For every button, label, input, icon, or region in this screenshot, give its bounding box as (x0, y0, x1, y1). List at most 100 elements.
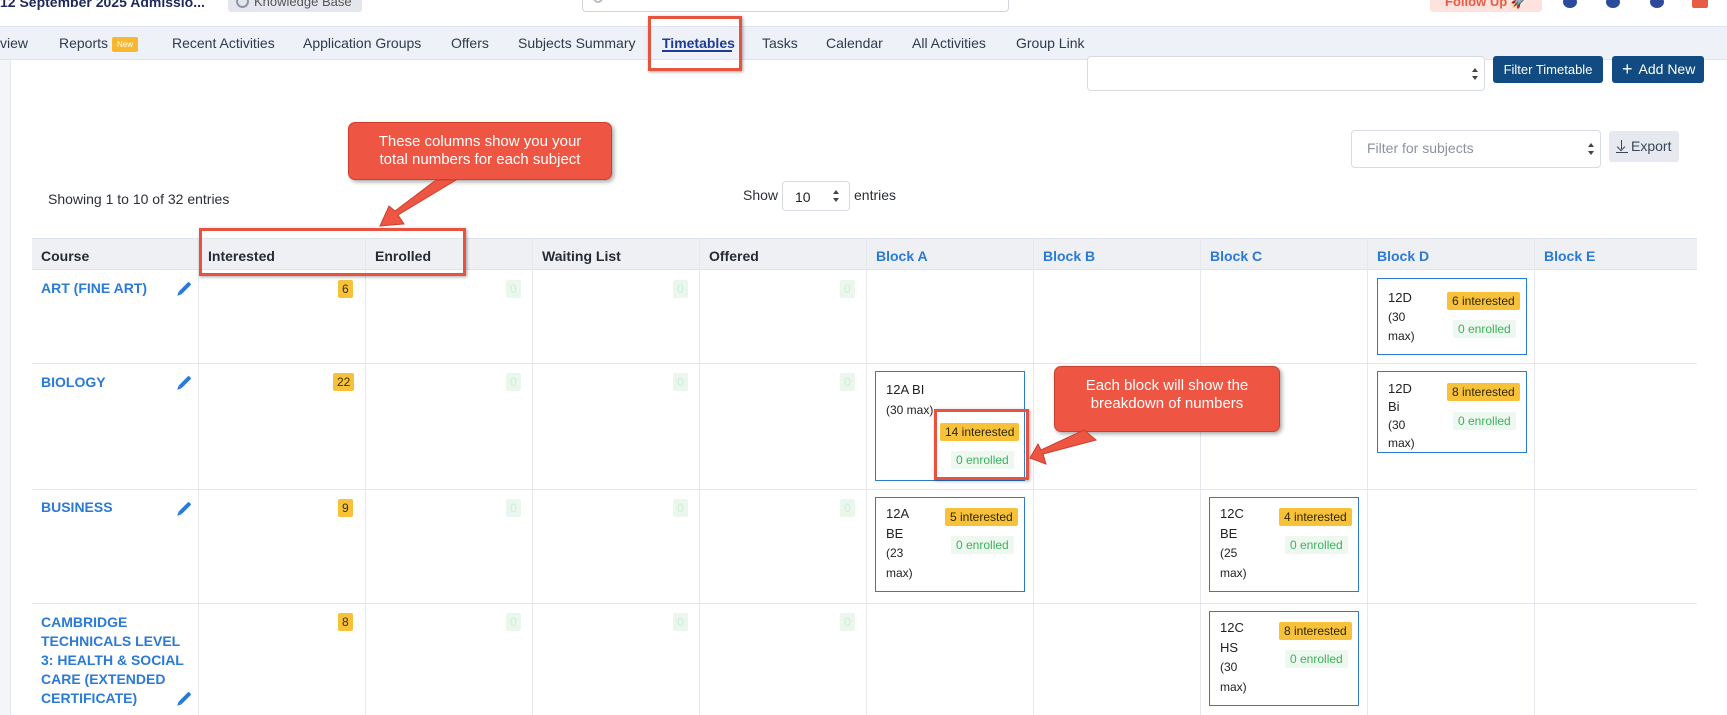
column-divider (866, 238, 867, 715)
filter-subjects-placeholder: Filter for subjects (1367, 140, 1474, 156)
block-capacity: max) (886, 566, 913, 580)
admission-title[interactable]: 12 September 2025 Admissio... (0, 0, 205, 10)
tab-recent-activities[interactable]: Recent Activities (172, 35, 275, 51)
enrolled-badge: 0 enrolled (951, 536, 1014, 554)
tab-offers[interactable]: Offers (451, 35, 489, 51)
select-arrows-icon (1472, 67, 1478, 80)
enrolled-badge: 0 enrolled (1453, 320, 1516, 338)
course-line: 3: HEALTH & SOCIAL (41, 652, 184, 668)
course-link[interactable]: BIOLOGY (41, 373, 106, 392)
interested-count: 22 (333, 373, 355, 391)
block-name: 12A (886, 506, 910, 521)
help-icon[interactable] (1563, 0, 1577, 8)
interested-badge: 8 interested (1279, 622, 1352, 640)
block-name: BE (886, 526, 904, 541)
course-link[interactable]: ART (FINE ART) (41, 279, 147, 298)
tab-calendar[interactable]: Calendar (826, 35, 883, 51)
block-card[interactable]: 12D Bi (30 max) 8 interested 0 enrolled (1377, 371, 1527, 453)
tab-reports[interactable]: Reports New (59, 35, 139, 52)
col-offered[interactable]: Offered (709, 248, 759, 264)
edit-pencil-icon[interactable] (178, 281, 192, 295)
course-link[interactable]: CAMBRIDGE TECHNICALS LEVEL 3: HEALTH & S… (41, 613, 184, 708)
enrolled-count: 0 (506, 373, 521, 391)
tab-group-link[interactable]: Group Link (1016, 35, 1084, 51)
notification-bell-icon[interactable] (1692, 0, 1708, 8)
block-counts-highlight (934, 409, 1029, 480)
timetable-select[interactable] (1087, 56, 1485, 91)
offered-count: 0 (840, 499, 855, 517)
app-root: 12 September 2025 Admissio... Knowledge … (0, 0, 1727, 715)
waiting-count: 0 (673, 613, 688, 631)
enrolled-badge: 0 enrolled (1285, 650, 1348, 668)
knowledge-base-label: Knowledge Base (254, 0, 352, 9)
block-card[interactable]: 12A BE (23 max) 5 interested 0 enrolled (875, 497, 1025, 592)
col-block-d[interactable]: Block D (1377, 248, 1429, 264)
interested-badge: 8 interested (1447, 383, 1520, 401)
edit-pencil-icon[interactable] (178, 375, 192, 389)
enrolled-badge: 0 enrolled (1453, 412, 1516, 430)
course-line: CARE (EXTENDED (41, 671, 166, 687)
block-name: 12D (1388, 381, 1412, 396)
totals-columns-highlight (199, 228, 466, 276)
tab-overview[interactable]: view (0, 35, 28, 51)
page-size-select[interactable]: 10 (782, 181, 850, 211)
block-card[interactable]: 12C BE (25 max) 4 interested 0 enrolled (1209, 497, 1359, 592)
column-divider (1534, 238, 1535, 715)
col-block-e[interactable]: Block E (1544, 248, 1595, 264)
block-capacity: max) (1388, 329, 1415, 343)
course-link[interactable]: BUSINESS (41, 498, 113, 517)
column-divider (699, 238, 700, 715)
col-course[interactable]: Course (41, 248, 89, 264)
edit-pencil-icon[interactable] (178, 501, 192, 515)
export-button[interactable]: Export (1609, 131, 1679, 162)
block-capacity: (30 (1388, 418, 1406, 432)
block-capacity: (23 (886, 546, 904, 560)
waiting-count: 0 (673, 373, 688, 391)
select-arrows-icon (1588, 143, 1594, 155)
knowledge-base-icon (236, 0, 249, 8)
block-card[interactable]: 12D (30 max) 6 interested 0 enrolled (1377, 278, 1527, 355)
col-waiting-list[interactable]: Waiting List (542, 248, 621, 264)
page-size-value: 10 (795, 189, 811, 205)
block-name: Bi (1388, 399, 1400, 414)
block-capacity: (30 (1388, 310, 1406, 324)
column-divider (365, 238, 366, 715)
tab-all-activities[interactable]: All Activities (912, 35, 986, 51)
search-input[interactable] (582, 0, 1009, 12)
plus-icon: + (1622, 59, 1633, 79)
col-block-a[interactable]: Block A (876, 248, 928, 264)
lightbulb-icon[interactable] (1606, 0, 1620, 8)
col-block-b[interactable]: Block B (1043, 248, 1095, 264)
block-capacity: (25 (1220, 546, 1238, 560)
columns-callout: These columns show you your total number… (348, 122, 612, 180)
col-block-c[interactable]: Block C (1210, 248, 1262, 264)
add-new-label: Add New (1638, 61, 1696, 77)
add-new-button[interactable]: + Add New (1612, 56, 1704, 83)
row-divider (32, 603, 1697, 604)
block-name: 12C (1220, 506, 1244, 521)
block-card[interactable]: 12C HS (30 max) 8 interested 0 enrolled (1209, 611, 1359, 706)
enrolled-count: 0 (506, 280, 521, 298)
tab-subjects-summary[interactable]: Subjects Summary (518, 35, 635, 51)
tab-tasks[interactable]: Tasks (762, 35, 798, 51)
column-divider (198, 238, 199, 715)
follow-up-button[interactable]: Follow Up 🚀 (1430, 0, 1542, 12)
offered-count: 0 (840, 613, 855, 631)
notes-icon[interactable] (1650, 0, 1664, 8)
interested-badge: 4 interested (1279, 508, 1352, 526)
filter-subjects-select[interactable]: Filter for subjects (1351, 130, 1601, 168)
knowledge-base-button[interactable]: Knowledge Base (228, 0, 362, 12)
column-divider (1367, 238, 1368, 715)
timetable-table: Course Interested Enrolled Waiting List … (32, 238, 1697, 715)
download-icon (1616, 140, 1628, 153)
filter-timetable-button[interactable]: Filter Timetable (1493, 56, 1603, 83)
course-line: CAMBRIDGE (41, 614, 128, 630)
show-label: Show (743, 187, 779, 203)
waiting-count: 0 (673, 280, 688, 298)
block-name: HS (1220, 640, 1239, 655)
tab-application-groups[interactable]: Application Groups (303, 35, 421, 51)
row-divider (32, 489, 1697, 490)
block-callout: Each block will show the breakdown of nu… (1054, 366, 1280, 432)
export-label: Export (1631, 138, 1672, 154)
callout-line: breakdown of numbers (1090, 395, 1244, 412)
